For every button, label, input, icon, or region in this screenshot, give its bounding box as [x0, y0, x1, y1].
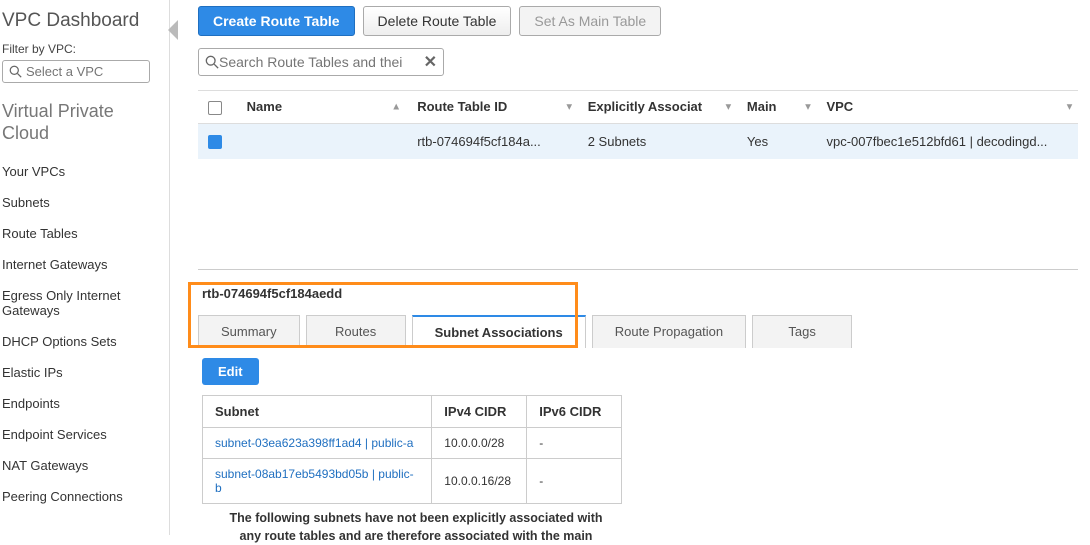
search-input[interactable]	[219, 54, 419, 70]
detail-tabs: Summary Routes Subnet Associations Route…	[198, 315, 1078, 348]
sort-icon: ▾	[805, 101, 810, 112]
route-tables-table: Name▲ Route Table ID▾ Explicitly Associa…	[198, 90, 1078, 159]
nav-endpoint-services[interactable]: Endpoint Services	[2, 419, 163, 450]
edit-button[interactable]: Edit	[202, 358, 259, 385]
row-checkbox[interactable]	[208, 135, 222, 149]
tab-routes[interactable]: Routes	[306, 315, 406, 348]
filter-label: Filter by VPC:	[2, 42, 163, 56]
assoc-col-subnet: Subnet	[203, 396, 432, 428]
assoc-row: subnet-03ea623a398ff1ad4 | public-a 10.0…	[203, 428, 622, 459]
col-route-table-id[interactable]: Route Table ID▾	[407, 91, 578, 124]
tab-summary[interactable]: Summary	[198, 315, 300, 348]
nav-egress-gateways[interactable]: Egress Only Internet Gateways	[2, 280, 163, 326]
dashboard-title[interactable]: VPC Dashboard	[2, 10, 163, 32]
cell-main: Yes	[737, 123, 817, 159]
association-note: The following subnets have not been expl…	[206, 510, 626, 545]
subnet-link[interactable]: subnet-03ea623a398ff1ad4 | public-a	[215, 436, 413, 450]
tab-tags[interactable]: Tags	[752, 315, 852, 348]
detail-panel: rtb-074694f5cf184aedd Summary Routes Sub…	[198, 269, 1078, 545]
nav-endpoints[interactable]: Endpoints	[2, 388, 163, 419]
sort-asc-icon: ▲	[391, 101, 401, 112]
search-box[interactable]: ✕	[198, 48, 444, 76]
col-vpc[interactable]: VPC▾	[816, 91, 1078, 124]
ipv6-cell: -	[527, 428, 622, 459]
chevron-left-icon	[168, 20, 178, 40]
nav-elastic-ips[interactable]: Elastic IPs	[2, 357, 163, 388]
assoc-col-ipv4: IPv4 CIDR	[432, 396, 527, 428]
detail-id: rtb-074694f5cf184aedd	[202, 286, 1078, 301]
nav-route-tables[interactable]: Route Tables	[2, 218, 163, 249]
create-route-table-button[interactable]: Create Route Table	[198, 6, 355, 36]
sort-icon: ▾	[567, 101, 572, 112]
cell-vpc: vpc-007fbec1e512bfd61 | decodingd...	[816, 123, 1078, 159]
search-icon	[9, 65, 22, 78]
sidebar-collapse-handle[interactable]	[170, 0, 184, 535]
select-all-checkbox[interactable]	[208, 101, 222, 115]
main-panel: Create Route Table Delete Route Table Se…	[184, 0, 1090, 535]
sort-icon: ▾	[1067, 101, 1072, 112]
assoc-row: subnet-08ab17eb5493bd05b | public-b 10.0…	[203, 459, 622, 504]
nav-your-vpcs[interactable]: Your VPCs	[2, 156, 163, 187]
nav-peering-connections[interactable]: Peering Connections	[2, 481, 163, 512]
sidebar: VPC Dashboard Filter by VPC: Virtual Pri…	[0, 0, 170, 535]
sort-icon: ▾	[726, 101, 731, 112]
ipv6-cell: -	[527, 459, 622, 504]
search-icon	[205, 55, 219, 69]
cell-rtid: rtb-074694f5cf184a...	[407, 123, 578, 159]
col-name[interactable]: Name▲	[237, 91, 408, 124]
nav-internet-gateways[interactable]: Internet Gateways	[2, 249, 163, 280]
col-explicit-assoc[interactable]: Explicitly Associat▾	[578, 91, 737, 124]
vpc-filter[interactable]	[2, 60, 150, 83]
tab-subnet-associations[interactable]: Subnet Associations	[412, 315, 586, 348]
table-row[interactable]: rtb-074694f5cf184a... 2 Subnets Yes vpc-…	[198, 123, 1078, 159]
vpc-filter-input[interactable]	[26, 64, 143, 79]
subnet-link[interactable]: subnet-08ab17eb5493bd05b | public-b	[215, 467, 414, 495]
clear-search-icon[interactable]: ✕	[424, 52, 437, 72]
ipv4-cell: 10.0.0.0/28	[432, 428, 527, 459]
col-main[interactable]: Main▾	[737, 91, 817, 124]
toolbar: Create Route Table Delete Route Table Se…	[198, 6, 1090, 36]
nav-subnets[interactable]: Subnets	[2, 187, 163, 218]
nav-nat-gateways[interactable]: NAT Gateways	[2, 450, 163, 481]
subnet-assoc-table: Subnet IPv4 CIDR IPv6 CIDR subnet-03ea62…	[202, 395, 622, 504]
nav-dhcp-options[interactable]: DHCP Options Sets	[2, 326, 163, 357]
tab-route-propagation[interactable]: Route Propagation	[592, 315, 746, 348]
delete-route-table-button[interactable]: Delete Route Table	[363, 6, 512, 36]
sidebar-section: Virtual Private Cloud	[2, 101, 163, 144]
cell-name	[237, 123, 408, 159]
set-main-table-button: Set As Main Table	[519, 6, 661, 36]
ipv4-cell: 10.0.0.16/28	[432, 459, 527, 504]
assoc-col-ipv6: IPv6 CIDR	[527, 396, 622, 428]
cell-assoc: 2 Subnets	[578, 123, 737, 159]
